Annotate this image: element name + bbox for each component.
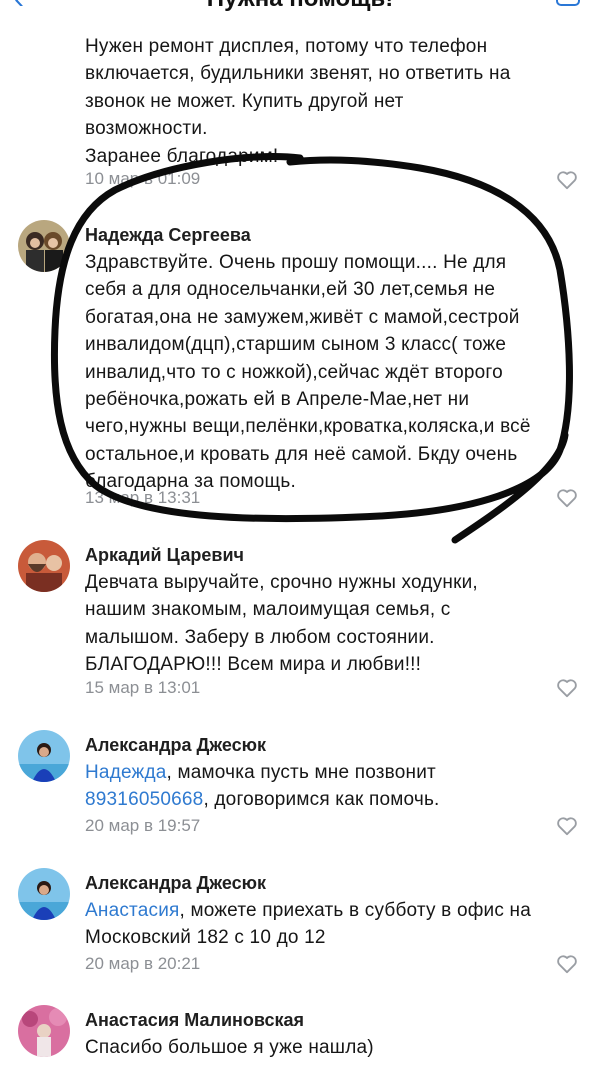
comment-author[interactable]: Аркадий Царевич	[85, 543, 244, 567]
comment-line: возможности.	[85, 118, 208, 140]
comment-line: Спасибо большое я уже нашла)	[85, 1037, 374, 1058]
comment-date: 20 мар в 19:57	[85, 816, 201, 835]
comment-date: 13 мар в 13:31	[85, 488, 201, 507]
comment-line: Заранее благодарим!	[85, 145, 279, 167]
comment-line: ребёночка,рожать ей в Апреле-Мае,нет ни	[85, 389, 470, 411]
comment-line: Московский 182 с 10 до 12	[85, 927, 326, 949]
comment-author[interactable]: Александра Джесюк	[85, 871, 266, 895]
comment-line-rest: , можете приехать в субботу в офис на	[179, 900, 532, 921]
comment-text: Надежда, мамочка пусть мне позвонит 8931…	[85, 759, 585, 814]
comment-author[interactable]: Надежда Сергеева	[85, 223, 251, 247]
comment-0: Нужен ремонт дисплея, потому что телефон…	[0, 0, 600, 200]
comment-1: Надежда Сергеева Здравствуйте. Очень про…	[0, 220, 600, 510]
heart-outline-icon[interactable]	[556, 488, 578, 508]
mention-link[interactable]: Анастасия	[85, 900, 180, 921]
avatar[interactable]	[18, 730, 70, 782]
comment-line: остальное,и кровать для неё самой. Бкду …	[85, 443, 518, 465]
comment-line-rest: , договоримся как помочь.	[203, 789, 440, 811]
comment-line: богатая,она не замужем,живёт с мамой,сес…	[85, 306, 520, 328]
comment-line: 89316050668, договоримся как помочь.	[85, 786, 585, 813]
avatar[interactable]	[18, 868, 70, 920]
comment-author[interactable]: Александра Джесюк	[85, 733, 266, 757]
comment-text: Спасибо большое я уже нашла)	[85, 1034, 585, 1061]
comment-line: нашим знакомым, малоимущая семья, с	[85, 599, 451, 621]
comment-text: Нужен ремонт дисплея, потому что телефон…	[85, 33, 585, 170]
comment-line: Анастасия, можете приехать в субботу в о…	[85, 897, 585, 924]
heart-outline-icon[interactable]	[556, 816, 578, 836]
comment-line: чего,нужны вещи,пелёнки,кроватка,коляска…	[85, 416, 531, 438]
avatar[interactable]	[18, 540, 70, 592]
comment-line: малышом. Заберу в любом состоянии.	[85, 626, 435, 648]
comment-line: Девчата выручайте, срочно нужны ходунки,	[85, 572, 478, 593]
comment-text: Анастасия, можете приехать в субботу в о…	[85, 897, 585, 952]
comment-line: Надежда, мамочка пусть мне позвонит	[85, 759, 585, 786]
mention-link[interactable]: Надежда	[85, 762, 167, 783]
comment-date: 15 мар в 13:01	[85, 678, 201, 697]
comment-2: Аркадий Царевич Девчата выручайте, срочн…	[0, 540, 600, 710]
phone-link[interactable]: 89316050668	[85, 789, 203, 810]
comment-line-rest: , мамочка пусть мне позвонит	[166, 762, 436, 783]
comment-line: инвалид,что то с ножкой),сейчас ждёт вто…	[85, 361, 503, 383]
comment-line: себя а для односельчанки,ей 30 лет,семья…	[85, 279, 496, 301]
comment-4: Александра Джесюк Анастасия, можете прие…	[0, 868, 600, 988]
comment-line: БЛАГОДАРЮ!!! Всем мира и любви!!!	[85, 654, 422, 676]
comment-3: Александра Джесюк Надежда, мамочка пусть…	[0, 730, 600, 850]
heart-outline-icon[interactable]	[556, 170, 578, 190]
comment-text: Девчата выручайте, срочно нужны ходунки,…	[85, 569, 585, 679]
comment-date: 20 мар в 20:21	[85, 954, 201, 973]
comment-5: Анастасия Малиновская Спасибо большое я …	[0, 1005, 600, 1065]
avatar[interactable]	[18, 1005, 70, 1057]
comment-line: Здравствуйте. Очень прошу помощи.... Не …	[85, 252, 507, 273]
heart-outline-icon[interactable]	[556, 954, 578, 974]
comment-line: инвалидом(дцп),старшим сыном 3 класс( то…	[85, 334, 507, 356]
heart-outline-icon[interactable]	[556, 678, 578, 698]
comment-author[interactable]: Анастасия Малиновская	[85, 1008, 304, 1032]
comment-date: 10 мар в 01:09	[85, 169, 201, 188]
comment-line: включается, будильники звенят, но ответи…	[85, 63, 511, 85]
comment-text: Здравствуйте. Очень прошу помощи.... Не …	[85, 249, 585, 496]
comment-line: Нужен ремонт дисплея, потому что телефон	[85, 36, 488, 57]
avatar[interactable]	[18, 220, 70, 272]
comment-line: звонок не может. Купить другой нет	[85, 90, 404, 112]
